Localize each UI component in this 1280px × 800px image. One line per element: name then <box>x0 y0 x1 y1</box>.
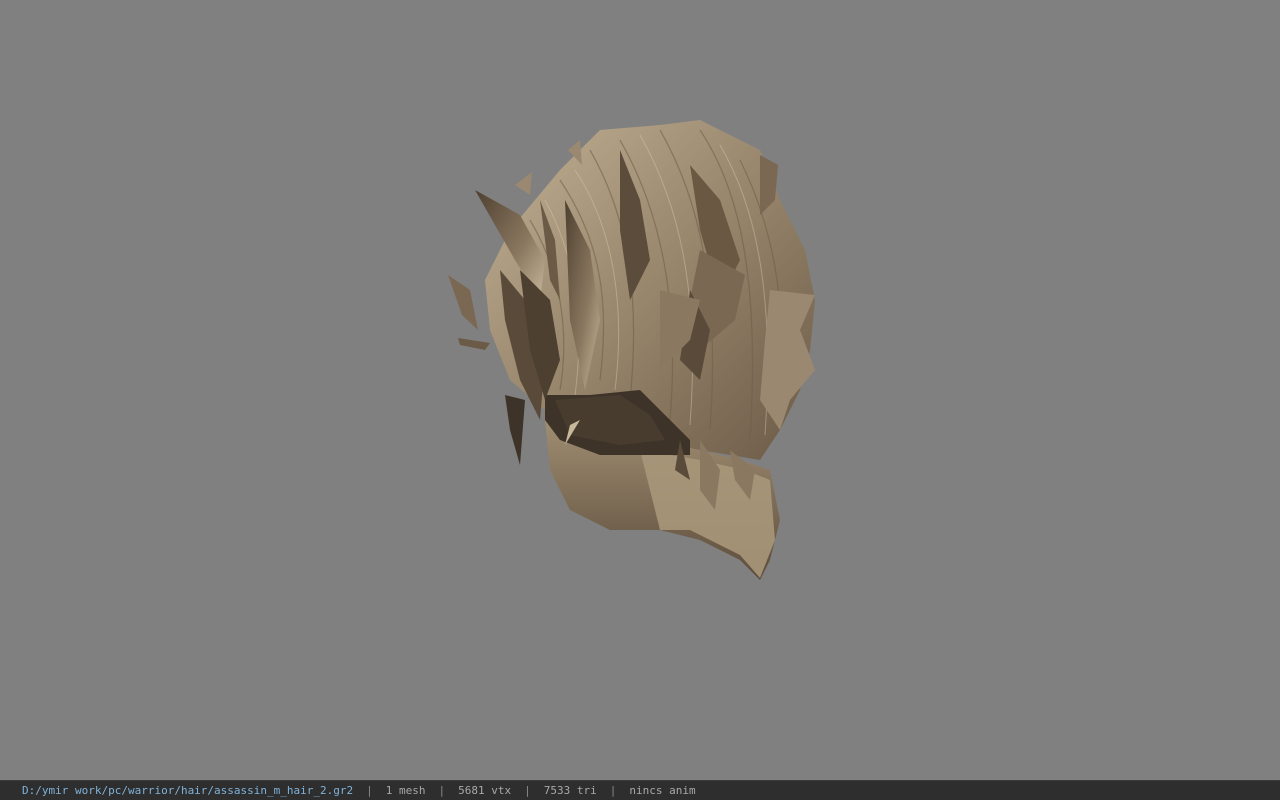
separator: | <box>366 784 373 797</box>
file-path: D:/ymir work/pc/warrior/hair/assassin_m_… <box>22 784 354 797</box>
status-bar: D:/ymir work/pc/warrior/hair/assassin_m_… <box>0 780 1280 800</box>
mesh-count: 1 mesh <box>385 784 426 797</box>
vertex-count: 5681 vtx <box>458 784 512 797</box>
hair-model <box>448 120 815 580</box>
triangle-count: 7533 tri <box>543 784 597 797</box>
animation-status: nincs anim <box>629 784 696 797</box>
separator: | <box>524 784 531 797</box>
3d-viewport[interactable] <box>0 0 1280 780</box>
separator: | <box>609 784 617 797</box>
separator: | <box>438 784 446 797</box>
